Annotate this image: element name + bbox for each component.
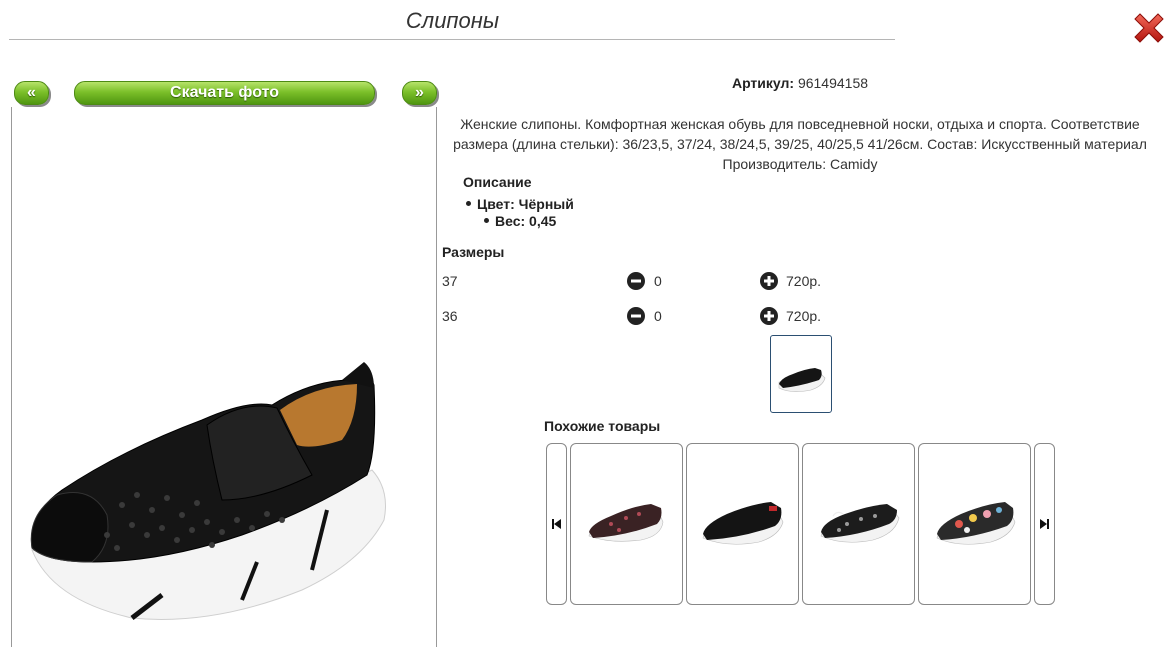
quantity-value: 0 — [654, 308, 662, 324]
similar-products-title: Похожие товары — [544, 418, 661, 434]
description-line: размера (длина стельки): 36/23,5, 37/24,… — [453, 136, 1147, 152]
carousel-prev-button[interactable] — [546, 443, 567, 605]
similar-product-card[interactable] — [570, 443, 683, 605]
thumbnail-shoe-image — [778, 368, 826, 392]
sku-line: Артикул: 961494158 — [440, 75, 1160, 91]
manufacturer-line: Производитель: Camidy — [722, 156, 878, 172]
similar-product-card[interactable] — [918, 443, 1031, 605]
similar-product-image — [820, 504, 900, 543]
sku-label: Артикул: — [731, 75, 795, 91]
price-value: 720р. — [786, 308, 822, 324]
similar-product-image — [588, 504, 664, 542]
skip-prev-icon — [552, 519, 561, 529]
sizes-title: Размеры — [442, 244, 505, 260]
photo-thumbnail[interactable] — [770, 335, 832, 413]
minus-circle-icon[interactable] — [627, 307, 645, 325]
quantity-value: 0 — [654, 273, 662, 289]
skip-next-icon — [1040, 519, 1049, 529]
similar-product-image — [936, 502, 1016, 545]
size-row: 37 0 720р. — [442, 272, 942, 293]
main-product-photo — [30, 362, 386, 620]
spec-title: Описание — [463, 174, 532, 190]
similar-product-card[interactable] — [686, 443, 799, 605]
download-photo-button[interactable]: Скачать фото — [74, 81, 375, 105]
close-icon[interactable] — [1131, 10, 1165, 46]
plus-circle-icon[interactable] — [760, 307, 778, 325]
similar-product-card[interactable] — [802, 443, 915, 605]
size-value: 36 — [442, 308, 458, 324]
description-line: Женские слипоны. Комфортная женская обув… — [460, 116, 1140, 132]
size-row: 36 0 720р. — [442, 307, 942, 328]
plus-circle-icon[interactable] — [760, 272, 778, 290]
spec-list: Цвет: Чёрный Вес: 0,45 — [466, 196, 574, 230]
prev-photo-button[interactable]: « — [14, 81, 49, 105]
page-title: Слипоны — [405, 8, 500, 33]
minus-circle-icon[interactable] — [627, 272, 645, 290]
spec-item-weight: Вес: 0,45 — [466, 213, 574, 230]
spec-item-color: Цвет: Чёрный — [466, 196, 574, 213]
title-divider — [9, 39, 895, 40]
carousel-next-button[interactable] — [1034, 443, 1055, 605]
product-description: Женские слипоны. Комфортная женская обув… — [440, 114, 1160, 174]
next-photo-button[interactable]: » — [402, 81, 437, 105]
price-value: 720р. — [786, 273, 822, 289]
sku-value: 961494158 — [797, 75, 869, 91]
similar-product-image — [702, 502, 784, 545]
size-value: 37 — [442, 273, 458, 289]
